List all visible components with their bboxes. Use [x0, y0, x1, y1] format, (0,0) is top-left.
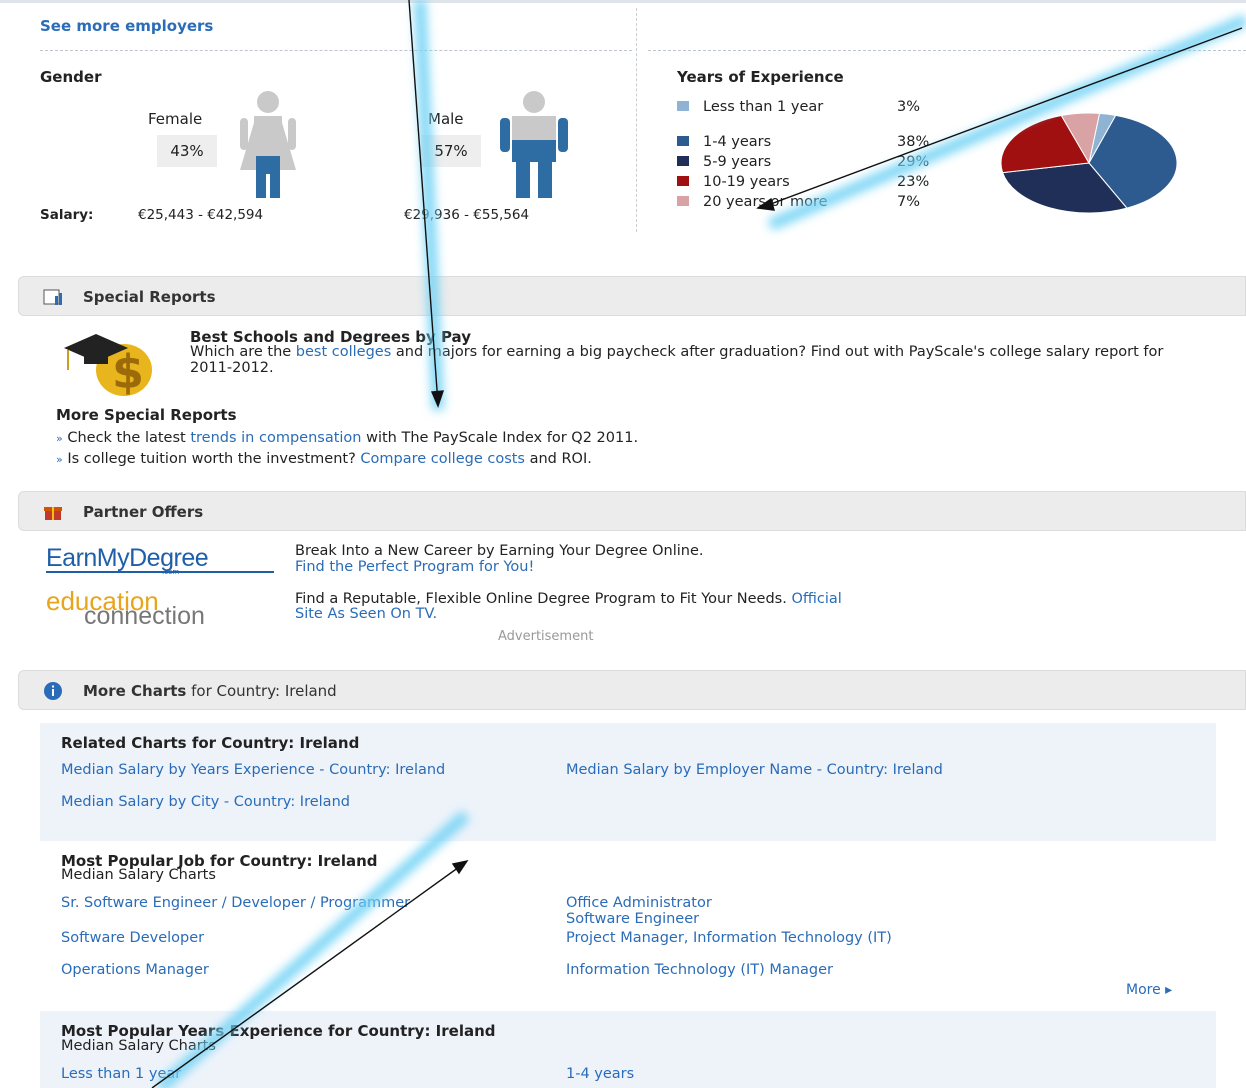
education-connection-logo[interactable]: education connection: [46, 588, 282, 630]
gift-icon: [44, 507, 62, 520]
female-percent: 43%: [157, 135, 217, 167]
offer2-text: Find a Reputable, Flexible Online Degree…: [295, 591, 842, 607]
female-salary: €25,443 - €42,594: [138, 207, 264, 223]
experience-title: Years of Experience: [677, 68, 844, 86]
popular-experience-subtitle: Median Salary Charts: [61, 1038, 216, 1054]
logo-underline: [46, 571, 274, 573]
male-percent: 57%: [421, 135, 481, 167]
bullet-text: with The PayScale Index for Q2 2011.: [361, 430, 639, 446]
popular-job-link[interactable]: Project Manager, Information Technology …: [566, 930, 1046, 946]
popular-job-link[interactable]: Software Engineer: [566, 911, 699, 927]
offer2-link[interactable]: Official: [791, 591, 841, 607]
popular-job-link[interactable]: Software Developer: [61, 930, 204, 946]
legend-swatch: [677, 156, 689, 166]
legend-swatch: [677, 176, 689, 186]
graduation-money-icon: $: [64, 334, 152, 398]
bullet-text: and ROI.: [524, 451, 592, 467]
bullet-icon: »: [56, 453, 63, 466]
bullet-text: Is college tuition worth the investment?: [67, 451, 361, 467]
trends-compensation-link[interactable]: trends in compensation: [190, 430, 361, 446]
male-label: Male: [428, 110, 464, 128]
special-reports-title: Special Reports: [83, 288, 216, 306]
column-divider: [636, 8, 637, 232]
male-salary: €29,936 - €55,564: [404, 207, 530, 223]
advertisement-label: Advertisement: [498, 629, 594, 644]
gender-title: Gender: [40, 68, 102, 86]
best-colleges-link[interactable]: best colleges: [296, 344, 391, 360]
legend-percent: 38%: [897, 134, 930, 150]
experience-pie-chart: [1000, 112, 1178, 214]
legend-swatch: [677, 136, 689, 146]
popular-job-subtitle: Median Salary Charts: [61, 867, 216, 883]
offer2-text-part: Find a Reputable, Flexible Online Degree…: [295, 591, 792, 607]
legend-percent: 3%: [897, 99, 921, 115]
popular-job-link[interactable]: Sr. Software Engineer / Developer / Prog…: [61, 895, 481, 911]
feature-text: Which are the best colleges and majors f…: [190, 344, 1200, 376]
popular-experience-link[interactable]: Less than 1 year: [61, 1066, 181, 1082]
legend-label: Less than 1 year: [703, 99, 824, 115]
report-bullet: » Is college tuition worth the investmen…: [56, 451, 592, 467]
related-chart-link[interactable]: Median Salary by Employer Name - Country…: [566, 762, 1086, 778]
salary-label: Salary:: [40, 207, 94, 223]
more-charts-header: More Charts for Country: Ireland: [18, 670, 1246, 710]
top-border: [0, 0, 1246, 3]
partner-offers-header: Partner Offers: [18, 491, 1246, 531]
report-chart-icon: [43, 289, 62, 305]
more-special-reports-title: More Special Reports: [56, 406, 237, 424]
divider: [648, 50, 1246, 51]
more-charts-title: More Charts: [83, 682, 187, 700]
legend-swatch: [677, 101, 689, 111]
bullet-text: Check the latest: [67, 430, 191, 446]
popular-experience-link[interactable]: 1-4 years: [566, 1066, 634, 1082]
education-connection-logo-bottom: connection: [84, 602, 205, 630]
earnmydegree-logo[interactable]: EarnMyDegree .com: [46, 544, 274, 576]
see-more-employers-link[interactable]: See more employers: [40, 17, 213, 35]
popular-job-link[interactable]: Operations Manager: [61, 962, 209, 978]
offer1-text: Break Into a New Career by Earning Your …: [295, 543, 704, 559]
bullet-icon: »: [56, 432, 63, 445]
offer1-link[interactable]: Find the Perfect Program for You!: [295, 559, 534, 575]
popular-job-link[interactable]: Office Administrator: [566, 895, 712, 911]
legend-label: 5-9 years: [703, 154, 772, 170]
legend-percent: 23%: [897, 174, 930, 190]
legend-swatch: [677, 196, 689, 206]
legend-label: 20 years or more: [703, 194, 828, 210]
more-charts-subtitle: for Country: Ireland: [186, 682, 337, 700]
legend-label: 10-19 years: [703, 174, 790, 190]
feature-text-part: Which are the: [190, 344, 296, 360]
female-label: Female: [148, 110, 203, 128]
related-chart-link[interactable]: Median Salary by City - Country: Ireland: [61, 794, 350, 810]
male-figure-icon: [500, 91, 568, 198]
partner-offers-title: Partner Offers: [83, 503, 204, 521]
more-jobs-link[interactable]: More ▸: [1126, 982, 1172, 998]
related-chart-link[interactable]: Median Salary by Years Experience - Coun…: [61, 762, 531, 778]
related-charts-title: Related Charts for Country: Ireland: [61, 734, 360, 752]
info-icon: [44, 682, 62, 700]
popular-job-link[interactable]: Information Technology (IT) Manager: [566, 962, 833, 978]
divider: [40, 50, 632, 51]
special-reports-header: Special Reports: [18, 276, 1246, 316]
legend-percent: 7%: [897, 194, 921, 210]
offer2-link[interactable]: Site As Seen On TV.: [295, 606, 437, 622]
legend-label: 1-4 years: [703, 134, 772, 150]
female-figure-icon: [240, 91, 296, 198]
svg-text:$: $: [112, 345, 144, 398]
legend-percent: 29%: [897, 154, 930, 170]
earnmydegree-logo-text: EarnMyDegree: [46, 544, 209, 572]
report-bullet: » Check the latest trends in compensatio…: [56, 430, 638, 446]
compare-college-costs-link[interactable]: Compare college costs: [360, 451, 525, 467]
